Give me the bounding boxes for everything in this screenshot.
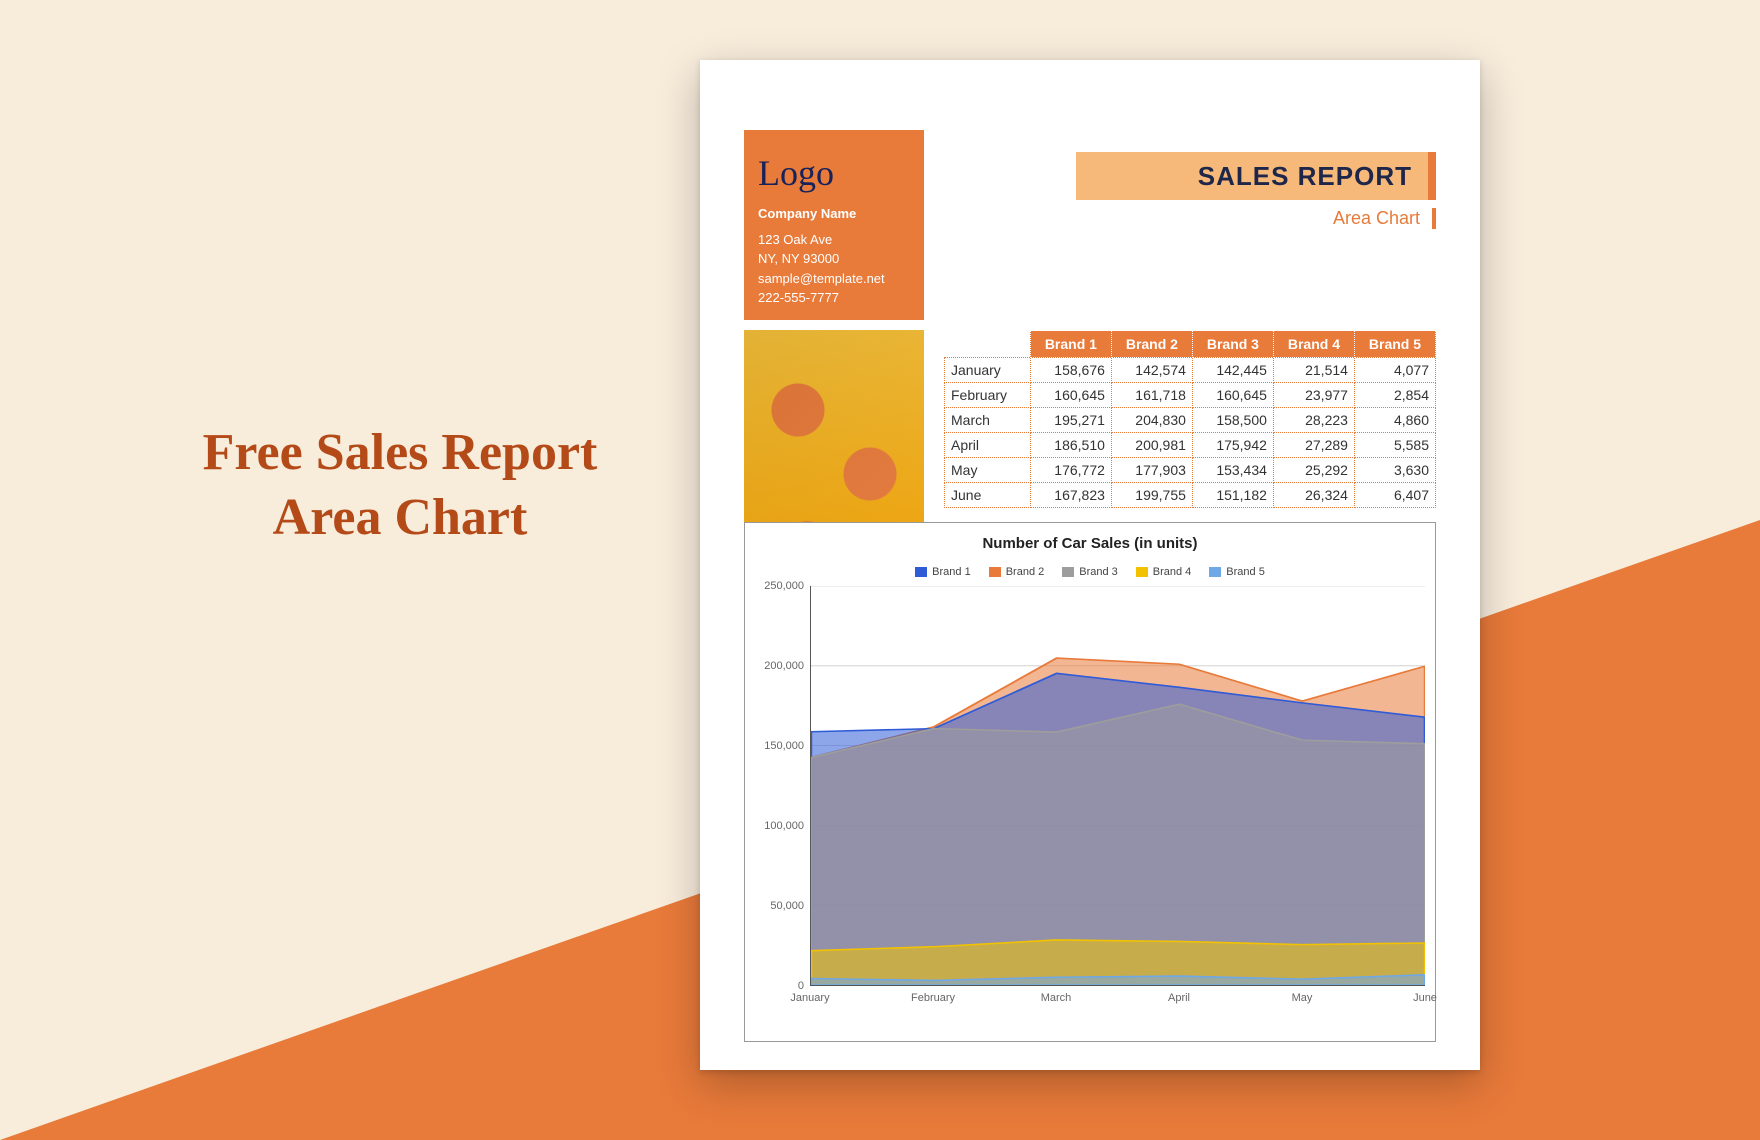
table-row: January158,676142,574142,44521,5144,077: [945, 358, 1436, 383]
table-cell: 142,574: [1111, 358, 1192, 383]
legend-item: Brand 4: [1136, 566, 1192, 578]
table-cell: 200,981: [1111, 433, 1192, 458]
table-header: [945, 331, 1031, 358]
table-cell: April: [945, 433, 1031, 458]
table-cell: 23,977: [1273, 383, 1354, 408]
table-cell: January: [945, 358, 1031, 383]
legend-item: Brand 1: [915, 566, 971, 578]
table-header: Brand 5: [1354, 331, 1435, 358]
table-row: February160,645161,718160,64523,9772,854: [945, 383, 1436, 408]
legend-item: Brand 2: [989, 566, 1045, 578]
company-block: Logo Company Name 123 Oak Ave NY, NY 930…: [744, 130, 924, 320]
chart-title: Number of Car Sales (in units): [755, 535, 1425, 552]
table-cell: 27,289: [1273, 433, 1354, 458]
company-address-2: NY, NY 93000: [758, 249, 910, 269]
company-phone: 222-555-7777: [758, 288, 910, 308]
table-cell: 2,854: [1354, 383, 1435, 408]
table-cell: 28,223: [1273, 408, 1354, 433]
table-header: Brand 1: [1030, 331, 1111, 358]
chart-legend: Brand 1 Brand 2 Brand 3 Brand 4 Brand 5: [755, 566, 1425, 578]
table-cell: 167,823: [1030, 483, 1111, 508]
company-email: sample@template.net: [758, 269, 910, 289]
report-subtitle: Area Chart: [1333, 208, 1436, 229]
x-axis-labels: JanuaryFebruaryMarchAprilMayJune: [810, 992, 1425, 1008]
headline-line-2: Area Chart: [273, 489, 528, 546]
company-address-1: 123 Oak Ave: [758, 230, 910, 250]
table-cell: 5,585: [1354, 433, 1435, 458]
table-cell: 160,645: [1030, 383, 1111, 408]
chart-container: Number of Car Sales (in units) Brand 1Br…: [744, 522, 1436, 1042]
company-name: Company Name: [758, 204, 910, 224]
logo-text: Logo: [758, 146, 910, 200]
table-cell: 175,942: [1192, 433, 1273, 458]
table-header: Brand 4: [1273, 331, 1354, 358]
table-row: April186,510200,981175,94227,2895,585: [945, 433, 1436, 458]
table-cell: 204,830: [1111, 408, 1192, 433]
table-cell: 158,676: [1030, 358, 1111, 383]
table-cell: 195,271: [1030, 408, 1111, 433]
plot-area: [810, 586, 1425, 986]
table-cell: 6,407: [1354, 483, 1435, 508]
table-cell: March: [945, 408, 1031, 433]
table-cell: 176,772: [1030, 458, 1111, 483]
table-row: May176,772177,903153,43425,2923,630: [945, 458, 1436, 483]
table-cell: 21,514: [1273, 358, 1354, 383]
table-cell: May: [945, 458, 1031, 483]
table-header: Brand 2: [1111, 331, 1192, 358]
table-cell: 4,077: [1354, 358, 1435, 383]
table-cell: June: [945, 483, 1031, 508]
document-page: Logo Company Name 123 Oak Ave NY, NY 930…: [700, 60, 1480, 1070]
table-cell: 199,755: [1111, 483, 1192, 508]
headline-line-1: Free Sales Report: [203, 424, 598, 481]
stage: Free Sales Report Area Chart Logo Compan…: [0, 0, 1760, 1140]
table-cell: 153,434: [1192, 458, 1273, 483]
table-row: March195,271204,830158,50028,2234,860: [945, 408, 1436, 433]
table-cell: 4,860: [1354, 408, 1435, 433]
table-cell: 3,630: [1354, 458, 1435, 483]
sales-table: Brand 1Brand 2Brand 3Brand 4Brand 5 Janu…: [944, 330, 1436, 508]
legend-item: Brand 5: [1209, 566, 1265, 578]
table-cell: 25,292: [1273, 458, 1354, 483]
table-row: June167,823199,755151,18226,3246,407: [945, 483, 1436, 508]
table-cell: 186,510: [1030, 433, 1111, 458]
table-cell: 158,500: [1192, 408, 1273, 433]
y-axis-labels: 050,000100,000150,000200,000250,000: [755, 586, 810, 986]
table-header: Brand 3: [1192, 331, 1273, 358]
table-cell: February: [945, 383, 1031, 408]
table-cell: 160,645: [1192, 383, 1273, 408]
promo-headline: Free Sales Report Area Chart: [120, 420, 680, 550]
table-cell: 142,445: [1192, 358, 1273, 383]
report-title: SALES REPORT: [1076, 152, 1436, 200]
table-cell: 161,718: [1111, 383, 1192, 408]
table-cell: 151,182: [1192, 483, 1273, 508]
table-cell: 26,324: [1273, 483, 1354, 508]
legend-item: Brand 3: [1062, 566, 1118, 578]
table-cell: 177,903: [1111, 458, 1192, 483]
